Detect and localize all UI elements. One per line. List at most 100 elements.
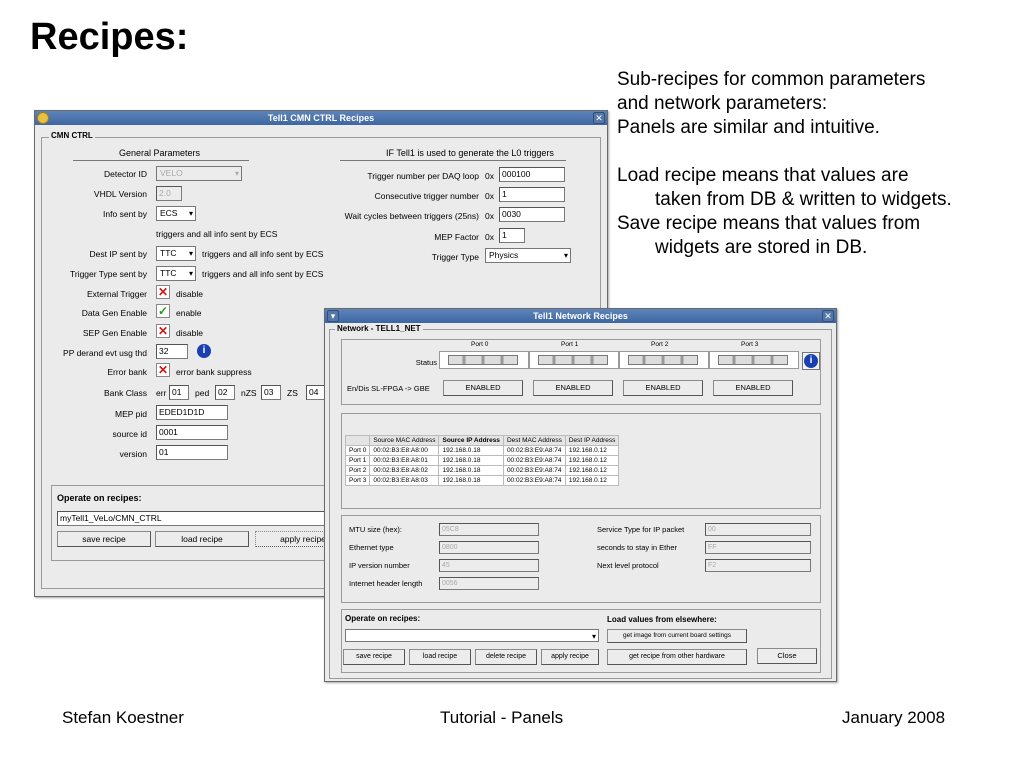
load-recipe-button[interactable]: load recipe [155, 531, 249, 547]
trigger-per-daq-field[interactable]: 000100 [499, 167, 565, 182]
close-icon[interactable]: ✕ [822, 310, 834, 322]
hex-prefix: 0x [485, 191, 494, 201]
sep-gen-enable-note: disable [176, 328, 203, 338]
error-bank-checkbox[interactable]: ✕ [156, 363, 170, 377]
window-menu-icon[interactable]: ▾ [327, 310, 339, 322]
trigger-type-select[interactable]: Physics ▾ [485, 248, 571, 263]
vhdl-version-label: VHDL Version [93, 189, 147, 199]
get-image-button[interactable]: get image from current board settings [607, 629, 747, 643]
port-1-status [529, 351, 619, 369]
recipe-name-field[interactable]: myTell1_VeLo/CMN_CTRL [57, 511, 357, 526]
mep-pid-field[interactable]: EDED1D1D [156, 405, 228, 420]
chevron-down-icon: ▾ [188, 209, 193, 218]
table-row[interactable]: Port 3 00:02:B3:E8:A8:03 192.168.0.18 00… [344, 475, 620, 486]
internet-header-field[interactable]: 0056 [439, 577, 539, 590]
note-line: Sub-recipes for common parameters [617, 69, 926, 90]
trigger-type-label: Trigger Type [431, 252, 479, 262]
consecutive-trigger-field[interactable]: 1 [499, 187, 565, 202]
external-trigger-checkbox[interactable]: ✕ [156, 285, 170, 299]
table-cell: 00:02:B3:E9:A8:74 [502, 465, 566, 476]
detector-id-select[interactable]: VELO ▾ [156, 166, 242, 181]
info-sent-by-select[interactable]: ECS ▾ [156, 206, 196, 221]
bank-err-field[interactable]: 01 [169, 385, 189, 400]
port-2-enable-button[interactable]: ENABLED [623, 380, 703, 396]
sep-gen-enable-checkbox[interactable]: ✕ [156, 324, 170, 338]
ip-version-field[interactable]: 45 [439, 559, 539, 572]
trigger-type-note: triggers and all info sent by ECS [202, 269, 324, 279]
port-3-enable-button[interactable]: ENABLED [713, 380, 793, 396]
table-row[interactable]: Port 1 00:02:B3:E8:A8:01 192.168.0.18 00… [344, 455, 620, 466]
table-cell: 192.168.0.18 [438, 465, 504, 476]
error-bank-label: Error bank [107, 367, 147, 377]
note-line: Save recipe means that values from [617, 213, 921, 234]
close-icon[interactable]: ✕ [593, 112, 605, 124]
vhdl-version-field[interactable]: 2.0 [156, 186, 182, 201]
mep-factor-field[interactable]: 1 [499, 228, 525, 243]
port-1-enable-button[interactable]: ENABLED [533, 380, 613, 396]
table-row[interactable]: Port 0 00:02:B3:E8:A8:00 192.168.0.18 00… [344, 445, 620, 456]
pp-derand-field[interactable]: 32 [156, 344, 188, 359]
detector-id-label: Detector ID [104, 169, 147, 179]
network-recipe-select[interactable]: ▾ [345, 629, 599, 642]
footer-author: Stefan Koestner [62, 708, 184, 727]
bank-zs-field[interactable]: 04 [306, 385, 326, 400]
port-0-enable-button[interactable]: ENABLED [443, 380, 523, 396]
bank-nzs-field[interactable]: 03 [261, 385, 281, 400]
apply-recipe-button[interactable]: apply recipe [541, 649, 599, 665]
trigger-type-sent-by-label: Trigger Type sent by [69, 269, 147, 279]
next-level-field[interactable]: F2 [705, 559, 811, 572]
bank-ped-field[interactable]: 02 [215, 385, 235, 400]
table-row[interactable]: Port 2 00:02:B3:E8:A8:02 192.168.0.18 00… [344, 465, 620, 476]
network-window-titlebar[interactable]: Tell1 Network Recipes [325, 309, 836, 323]
nzs-label: nZS [241, 388, 257, 398]
info-sent-by-label: Info sent by [103, 209, 147, 219]
note-line: and network parameters: [617, 93, 828, 114]
port-3-header: Port 3 [741, 341, 759, 348]
internet-header-label: Internet header length [349, 579, 423, 588]
network-window: Tell1 Network Recipes ▾ ✕ Network - TELL… [324, 308, 837, 682]
load-recipe-button[interactable]: load recipe [409, 649, 471, 665]
port-icon [628, 355, 698, 365]
get-recipe-hardware-button[interactable]: get recipe from other hardware [607, 649, 747, 665]
err-label: err [156, 388, 167, 398]
table-cell: 00:02:B3:E8:A8:01 [369, 455, 440, 466]
close-button[interactable]: Close [757, 648, 817, 664]
gbe-label: En/Dis SL-FPGA -> GBE [347, 384, 430, 393]
cmn-window-titlebar[interactable]: Tell1 CMN CTRL Recipes [35, 111, 607, 125]
ethernet-type-field[interactable]: 0800 [439, 541, 539, 554]
operate-recipes-label: Operate on recipes: [57, 493, 142, 503]
delete-recipe-button[interactable]: delete recipe [475, 649, 537, 665]
dest-ip-sent-by-select[interactable]: TTC ▾ [156, 246, 196, 261]
version-field[interactable]: 01 [156, 445, 228, 460]
column-header: Dest MAC Address [502, 435, 566, 446]
data-gen-enable-checkbox[interactable]: ✓ [156, 304, 170, 318]
general-parameters-header: General Parameters [119, 148, 201, 158]
operate-recipes-label: Operate on recipes: [345, 614, 421, 623]
external-trigger-label: External Trigger [87, 289, 147, 299]
info-icon[interactable]: i [197, 344, 211, 358]
column-header: Source IP Address [438, 435, 504, 446]
column-header: Dest IP Address [564, 435, 620, 446]
port-info-button[interactable]: i [802, 352, 820, 370]
note-line: widgets are stored in DB. [655, 237, 868, 258]
note-line: Panels are similar and intuitive. [617, 117, 880, 138]
mtu-label: MTU size (hex): [349, 525, 402, 534]
trigger-per-daq-label: Trigger number per DAQ loop [367, 171, 479, 181]
seconds-ether-field[interactable]: FF [705, 541, 811, 554]
mtu-field[interactable]: 05C8 [439, 523, 539, 536]
wait-cycles-field[interactable]: 0030 [499, 207, 565, 222]
note-line: taken from DB & written to widgets. [655, 189, 952, 210]
save-recipe-button[interactable]: save recipe [57, 531, 151, 547]
hex-prefix: 0x [485, 211, 494, 221]
source-id-field[interactable]: 0001 [156, 425, 228, 440]
info-icon: i [804, 354, 818, 368]
zs-label: ZS [287, 388, 298, 398]
table-cell: 00:02:B3:E8:A8:00 [369, 445, 440, 456]
save-recipe-button[interactable]: save recipe [343, 649, 405, 665]
service-type-field[interactable]: 00 [705, 523, 811, 536]
trigger-type-sent-by-select[interactable]: TTC ▾ [156, 266, 196, 281]
data-gen-enable-note: enable [176, 308, 202, 318]
error-bank-note: error bank suppress [176, 367, 252, 377]
window-menu-icon[interactable] [37, 112, 49, 124]
group-label: Network - TELL1_NET [335, 324, 423, 333]
